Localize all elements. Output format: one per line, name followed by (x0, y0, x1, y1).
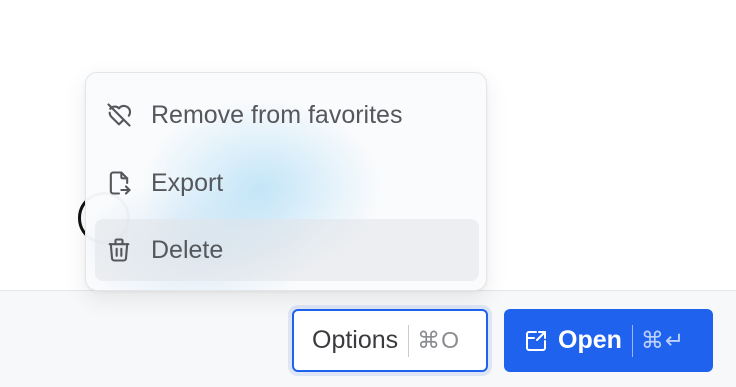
options-divider (408, 324, 410, 357)
open-shortcut: ⌘↵ (640, 327, 686, 353)
options-shortcut: ⌘O (417, 327, 461, 353)
file-export-icon (105, 169, 133, 197)
menu-item-remove-from-favorites[interactable]: Remove from favorites (95, 84, 479, 146)
open-divider (631, 324, 633, 357)
open-button-label: Open (558, 326, 622, 354)
menu-item-label: Export (151, 168, 224, 197)
menu-item-label: Remove from favorites (151, 100, 403, 129)
menu-item-label: Delete (151, 235, 224, 264)
options-menu: Remove from favorites Export Delete (85, 72, 487, 291)
external-open-icon (524, 328, 550, 354)
menu-item-delete[interactable]: Delete (95, 219, 479, 281)
heart-off-icon (105, 101, 133, 129)
trash-icon (105, 236, 133, 264)
menu-item-export[interactable]: Export (95, 152, 479, 214)
options-button[interactable]: Options ⌘O (292, 309, 488, 372)
options-button-label: Options (312, 326, 399, 354)
open-button[interactable]: Open ⌘↵ (504, 309, 713, 372)
